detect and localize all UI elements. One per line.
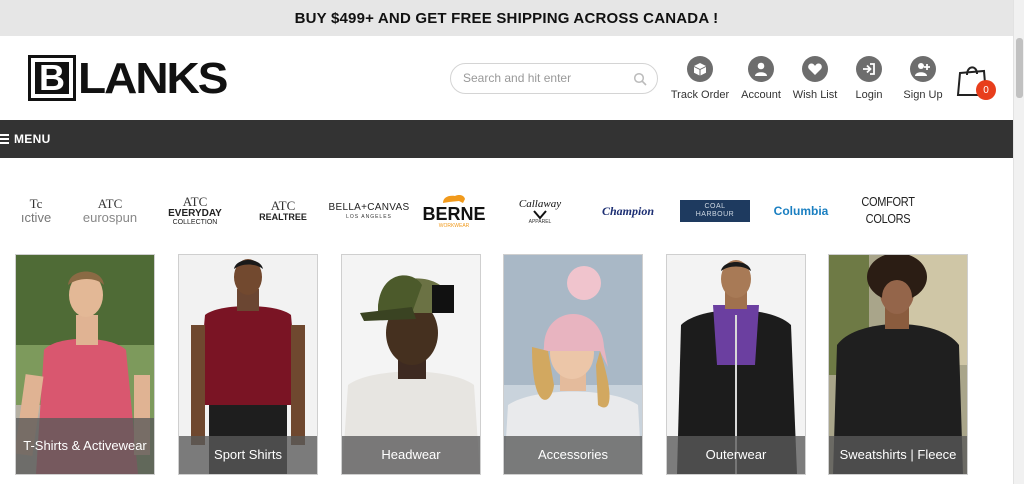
category-label: Outerwear — [667, 436, 805, 474]
brand-carousel: Tc ıctive ATC eurospun ATC EVERYDAY COLL… — [0, 188, 1013, 234]
scrollbar-thumb[interactable] — [1016, 38, 1023, 98]
heart-icon — [802, 56, 828, 82]
track-order-link[interactable]: Track Order — [665, 56, 735, 101]
page: BUY $499+ AND GET FREE SHIPPING ACROSS C… — [0, 0, 1024, 484]
menu-label: MENU — [14, 132, 51, 146]
cart-count-badge: 0 — [976, 80, 996, 100]
category-tshirts[interactable]: T-Shirts & Activewear — [15, 254, 155, 475]
track-order-label: Track Order — [670, 89, 730, 101]
cart-button[interactable]: 0 — [956, 63, 996, 103]
sign-up-label: Sign Up — [903, 89, 943, 101]
category-accessories[interactable]: Accessories — [503, 254, 643, 475]
category-label: T-Shirts & Activewear — [16, 418, 154, 474]
hamburger-icon — [0, 132, 9, 146]
promo-banner: BUY $499+ AND GET FREE SHIPPING ACROSS C… — [0, 0, 1013, 36]
category-grid: T-Shirts & Activewear Sport Shirts Headw… — [0, 254, 1013, 476]
brand-atc-everyday[interactable]: ATC EVERYDAY COLLECTION — [156, 188, 234, 234]
category-outerwear[interactable]: Outerwear — [666, 254, 806, 475]
wish-list-label: Wish List — [792, 89, 838, 101]
brand-champion[interactable]: Champion — [590, 188, 666, 234]
header-links: Track Order Account Wish List Login Sign… — [0, 56, 1013, 106]
brand-bella-canvas[interactable]: BELLA+CANVAS LOS ANGELES — [329, 188, 410, 234]
brand-columbia[interactable]: Columbia — [764, 188, 838, 234]
menu-bar: MENU — [0, 120, 1013, 158]
category-label: Sweatshirts | Fleece — [829, 436, 967, 474]
brand-atc-realtree[interactable]: ATC REALTREE — [244, 188, 322, 234]
menu-button[interactable]: MENU — [0, 132, 51, 146]
add-user-icon — [910, 56, 936, 82]
user-icon — [748, 56, 774, 82]
brand-coal-harbour[interactable]: COAL HARBOUR — [680, 188, 750, 234]
brand-atc-eurospun[interactable]: ATC eurospun — [72, 188, 148, 234]
chevron-mark-icon — [533, 209, 547, 219]
category-label: Headwear — [342, 436, 480, 474]
box-icon — [687, 56, 713, 82]
sign-up-link[interactable]: Sign Up — [888, 56, 958, 101]
category-sweatshirts[interactable]: Sweatshirts | Fleece — [828, 254, 968, 475]
brand-atc-active[interactable]: Tc ıctive — [12, 188, 60, 234]
category-sport-shirts[interactable]: Sport Shirts — [178, 254, 318, 475]
category-label: Sport Shirts — [179, 436, 317, 474]
page-scrollbar[interactable] — [1013, 0, 1024, 484]
category-headwear[interactable]: Headwear — [341, 254, 481, 475]
site-header: B LANKS Track Order Account — [0, 36, 1013, 120]
brand-callaway[interactable]: Callaway APPAREL — [508, 188, 572, 234]
brand-comfort-colors[interactable]: COMFORT COLORS — [850, 188, 926, 234]
category-label: Accessories — [504, 436, 642, 474]
login-icon — [856, 56, 882, 82]
account-label: Account — [741, 89, 781, 101]
promo-text: BUY $499+ AND GET FREE SHIPPING ACROSS C… — [294, 9, 719, 27]
brand-berne[interactable]: BERNE WORKWEAR — [416, 188, 492, 234]
login-label: Login — [855, 89, 883, 101]
